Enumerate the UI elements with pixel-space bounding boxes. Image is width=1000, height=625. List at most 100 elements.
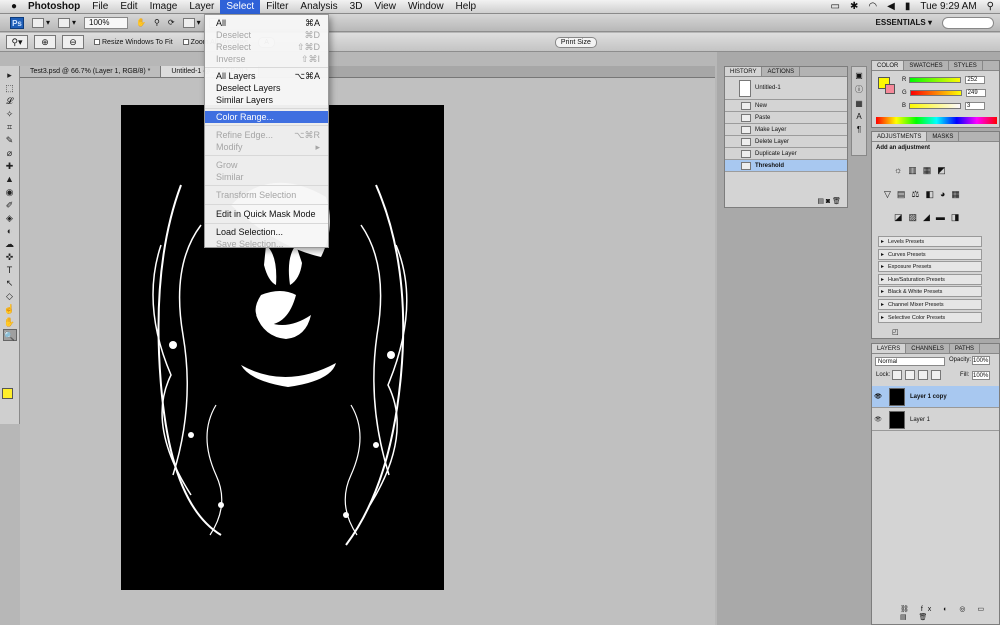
menu-edit[interactable]: Edit <box>114 0 143 14</box>
preset-exposure-presets[interactable]: Exposure Presets <box>878 261 982 273</box>
tool-icon-11[interactable]: ◈ <box>3 212 17 224</box>
history-step[interactable]: Delete Layer <box>725 136 847 148</box>
color-bg-swatch[interactable] <box>885 84 895 94</box>
tool-icon-16[interactable]: ↖ <box>3 277 17 289</box>
preset-black-white-presets[interactable]: Black & White Presets <box>878 286 982 298</box>
menu-analysis[interactable]: Analysis <box>294 0 343 14</box>
tool-icon-0[interactable]: ▸ <box>3 69 17 81</box>
tool-icon-8[interactable]: ▲ <box>3 173 17 185</box>
bridge-button[interactable]: ▾ <box>32 17 50 29</box>
layers-footer-icons[interactable]: ⛓ fx ◐ ◎ ▭ ▤ 🗑 <box>900 605 999 621</box>
tab-actions[interactable]: ACTIONS <box>762 67 801 76</box>
tab-color[interactable]: COLOR <box>872 61 905 70</box>
adjustments-footer-icons[interactable]: ◰ <box>892 328 899 336</box>
arrange-documents-button[interactable]: ▾ <box>182 17 201 29</box>
select-menu-item-color-range[interactable]: Color Range... <box>205 111 328 123</box>
menu-image[interactable]: Image <box>144 0 184 14</box>
tool-icon-20[interactable]: 🔍 <box>2 328 17 341</box>
apple-icon[interactable]: ● <box>6 1 22 12</box>
menu-view[interactable]: View <box>368 0 402 14</box>
hand-icon[interactable]: ✋ <box>136 17 146 29</box>
red-slider[interactable]: R 252 <box>902 75 997 84</box>
preset-channel-mixer-presets[interactable]: Channel Mixer Presets <box>878 299 982 310</box>
print-size-button[interactable]: Print Size <box>554 36 597 48</box>
blend-mode-select[interactable]: Normal <box>875 357 945 366</box>
tool-icon-15[interactable]: T <box>3 264 17 276</box>
rotate-icon[interactable]: ⟳ <box>168 17 175 29</box>
history-step[interactable]: Make Layer <box>725 124 847 136</box>
history-step[interactable]: Threshold <box>725 160 847 172</box>
select-menu-item-deselect-layers[interactable]: Deselect Layers <box>205 82 328 94</box>
view-extras-button[interactable]: ▾ <box>58 17 76 29</box>
tab-masks[interactable]: MASKS <box>927 132 960 141</box>
wifi-icon[interactable]: ◠ <box>868 0 877 14</box>
preset-levels-presets[interactable]: Levels Presets <box>878 236 982 247</box>
fill-input[interactable]: 100% <box>972 371 990 380</box>
menu-filter[interactable]: Filter <box>260 0 294 14</box>
tab-paths[interactable]: PATHS <box>950 344 981 353</box>
tool-icon-13[interactable]: ☁ <box>3 238 17 250</box>
tab-styles[interactable]: STYLES <box>949 61 983 70</box>
menu-3d[interactable]: 3D <box>344 0 369 14</box>
resize-windows-checkbox[interactable]: Resize Windows To Fit <box>94 39 173 46</box>
history-step[interactable]: Duplicate Layer <box>725 148 847 160</box>
spotlight-icon[interactable]: ⚲ <box>987 0 994 14</box>
tool-icon-3[interactable]: ✧ <box>3 108 17 120</box>
zoom-in-icon[interactable]: ⊕ <box>34 35 56 49</box>
tool-icon-18[interactable]: ☝ <box>3 303 17 315</box>
blue-slider[interactable]: B3 <box>902 101 997 110</box>
tool-icon-5[interactable]: ✎ <box>3 134 17 146</box>
red-value[interactable]: 252 <box>965 75 986 84</box>
preset-hue-saturation-presets[interactable]: Hue/Saturation Presets <box>878 273 982 285</box>
select-menu-item-similar-layers[interactable]: Similar Layers <box>205 94 328 106</box>
adjustment-icons-row-1[interactable]: ☼▥▦◩ <box>894 165 952 176</box>
lock-buttons[interactable] <box>892 370 944 383</box>
info-icon[interactable]: ⓘ <box>855 84 863 95</box>
clock[interactable]: Tue 9:29 AM <box>920 0 976 14</box>
layer-row[interactable]: 👁 Layer 1 copy <box>872 386 999 408</box>
tab-channels[interactable]: CHANNELS <box>906 344 950 353</box>
menu-layer[interactable]: Layer <box>183 0 220 14</box>
tool-icon-17[interactable]: ◇ <box>3 290 17 302</box>
navigator-icon[interactable]: ▣ <box>855 71 863 80</box>
tool-icon-12[interactable]: ◐ <box>3 225 17 237</box>
tab-adjustments[interactable]: ADJUSTMENTS <box>872 132 928 141</box>
select-menu-item-edit-in-quick-mask-mode[interactable]: Edit in Quick Mask Mode <box>205 208 328 220</box>
tool-icon-10[interactable]: ✐ <box>3 199 17 211</box>
layer-row[interactable]: 👁 Layer 1 <box>872 409 999 431</box>
brushes-icon[interactable]: ▦ <box>855 99 863 108</box>
tool-icon-9[interactable]: ◉ <box>3 186 17 198</box>
bluetooth-icon[interactable]: ✱ <box>850 0 858 14</box>
select-menu-item-load-selection[interactable]: Load Selection... <box>205 226 328 238</box>
tab-test3[interactable]: Test3.psd @ 66.7% (Layer 1, RGB/8) * <box>20 66 162 77</box>
select-menu-item-all-layers[interactable]: All Layers ⌥⌘A <box>205 70 328 82</box>
blue-value[interactable]: 3 <box>965 101 986 110</box>
zoom-out-icon[interactable]: ⊖ <box>62 35 84 49</box>
tool-icon-19[interactable]: ✋ <box>3 316 17 328</box>
menu-window[interactable]: Window <box>402 0 450 14</box>
menu-help[interactable]: Help <box>450 0 483 14</box>
preset-selective-color-presets[interactable]: Selective Color Presets <box>878 311 982 323</box>
tool-icon-4[interactable]: ⌗ <box>3 121 17 133</box>
tool-icon-6[interactable]: ⌀ <box>3 147 17 159</box>
green-slider[interactable]: G 249 <box>902 88 997 97</box>
tab-swatches[interactable]: SWATCHES <box>904 61 949 70</box>
adjustment-icons-row-2[interactable]: ▽▤⚖◧◕▦ <box>884 189 966 200</box>
tool-icon-7[interactable]: ✚ <box>3 160 17 172</box>
workspace-switcher[interactable]: ESSENTIALS ▾ <box>876 18 932 27</box>
color-spectrum[interactable] <box>876 117 997 124</box>
search-input[interactable] <box>942 16 994 29</box>
history-step[interactable]: Paste <box>725 112 847 124</box>
eye-icon[interactable]: 👁 <box>872 393 884 400</box>
zoom-icon[interactable]: ⚲ <box>154 17 160 29</box>
menu-file[interactable]: File <box>86 0 114 14</box>
history-footer-icons[interactable]: ▤ ◙ 🗑 <box>817 197 841 205</box>
history-snapshot[interactable]: Untitled-1 <box>725 77 847 100</box>
zoom-tool-preset[interactable]: ⚲▾ <box>6 35 28 49</box>
battery-icon[interactable]: ▮ <box>905 0 911 14</box>
green-value[interactable]: 249 <box>965 88 986 97</box>
menu-select[interactable]: Select <box>220 0 261 14</box>
foreground-color-swatch[interactable] <box>2 388 13 399</box>
tool-icon-2[interactable]: 𝓛 <box>3 95 17 107</box>
adjustment-icons-row-3[interactable]: ◪▨◢▬◨ <box>894 212 965 223</box>
